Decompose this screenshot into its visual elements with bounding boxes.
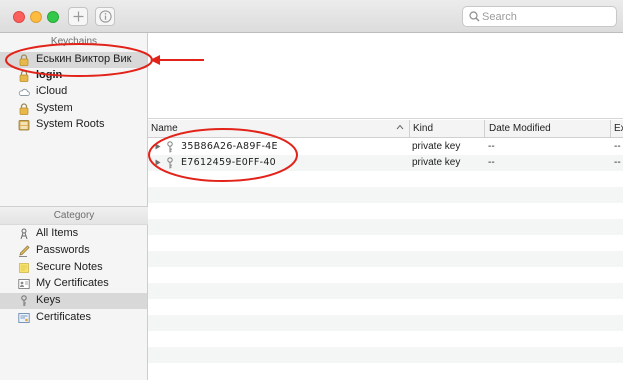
sidebar-category-passwords[interactable]: Passwords	[0, 243, 147, 259]
table-row[interactable]: E7612459-E0FF-40 private key -- --	[148, 155, 623, 171]
cloud-icon	[18, 88, 30, 96]
sidebar-item-label: Еськин Виктор Вик	[36, 53, 132, 65]
lock-icon	[19, 54, 29, 66]
main-content: Name Kind Date Modified Ex 35B86A26-A89F…	[148, 33, 623, 380]
sidebar-item-label: System	[36, 102, 73, 114]
sidebar-item-label: Keys	[36, 294, 61, 306]
column-separator[interactable]	[610, 120, 611, 138]
cell-kind: private key	[412, 157, 461, 168]
sidebar-category-all-items[interactable]: All Items	[0, 226, 147, 242]
window-toolbar	[0, 0, 623, 33]
disclosure-triangle-icon[interactable]	[155, 143, 161, 150]
table-row-empty	[148, 347, 623, 363]
keychains-header: Keychains	[50, 36, 98, 47]
sidebar-keychain-system-roots[interactable]: System Roots	[0, 117, 147, 133]
table-row-empty	[148, 251, 623, 267]
sidebar-item-label: System Roots	[36, 118, 105, 130]
cell-kind: private key	[412, 141, 461, 152]
column-header-name[interactable]: Name	[151, 123, 178, 134]
sidebar-item-label: iCloud	[36, 85, 68, 97]
sidebar-item-label: Secure Notes	[36, 261, 103, 273]
certificate-icon	[18, 313, 30, 323]
cell-expires: --	[614, 157, 621, 168]
sidebar-keychain-system[interactable]: System	[0, 101, 147, 117]
search-input[interactable]	[482, 9, 612, 24]
column-separator[interactable]	[484, 120, 485, 138]
table-row[interactable]: 35B86A26-A89F-4E private key -- --	[148, 139, 623, 155]
lock-icon	[19, 103, 29, 115]
sidebar-keychain-login[interactable]: login	[0, 68, 147, 84]
get-info-button[interactable]	[95, 7, 115, 26]
sidebar-category-certificates[interactable]: Certificates	[0, 310, 147, 326]
sidebar-keychain-custom[interactable]: Еськин Виктор Вик	[0, 52, 147, 68]
table-row-empty	[148, 219, 623, 235]
sidebar-category-keys[interactable]: Keys	[0, 293, 147, 309]
sort-ascending-icon	[396, 124, 404, 130]
item-info-area	[148, 33, 623, 119]
disclosure-triangle-icon[interactable]	[155, 159, 161, 166]
cell-name: 35B86A26-A89F-4E	[181, 141, 278, 152]
key-icon	[21, 295, 27, 306]
cell-expires: --	[614, 141, 621, 152]
zoom-window-button[interactable]	[47, 11, 59, 23]
column-header-expires[interactable]: Ex	[614, 123, 623, 134]
table-row-empty	[148, 203, 623, 219]
table-header: Name Kind Date Modified Ex	[148, 120, 623, 138]
cabinet-icon	[18, 120, 30, 131]
sidebar-category-secure-notes[interactable]: Secure Notes	[0, 260, 147, 276]
sidebar-item-label: Certificates	[36, 311, 92, 323]
sidebar-item-label: My Certificates	[36, 277, 109, 289]
close-window-button[interactable]	[13, 11, 25, 23]
search-icon	[469, 11, 480, 22]
sidebar-item-label: All Items	[36, 227, 79, 239]
info-icon	[98, 10, 112, 23]
sidebar-category-my-certificates[interactable]: My Certificates	[0, 276, 147, 292]
minimize-window-button[interactable]	[30, 11, 42, 23]
note-icon	[19, 263, 29, 273]
search-field[interactable]	[462, 6, 617, 27]
sidebar-item-label: login	[36, 69, 63, 81]
cell-date-modified: --	[488, 141, 495, 152]
table-row-empty	[148, 299, 623, 315]
column-header-date-modified[interactable]: Date Modified	[489, 123, 551, 134]
table-row-empty	[148, 331, 623, 347]
table-row-empty	[148, 363, 623, 379]
cell-date-modified: --	[488, 157, 495, 168]
add-item-button[interactable]	[68, 7, 88, 26]
add-icon	[73, 11, 83, 22]
sidebar-keychain-icloud[interactable]: iCloud	[0, 84, 147, 100]
key-icon	[167, 141, 173, 153]
table-row-empty	[148, 187, 623, 203]
table-row-empty	[148, 235, 623, 251]
column-separator[interactable]	[409, 120, 410, 138]
sidebar-item-label: Passwords	[36, 244, 90, 256]
table-row-empty	[148, 171, 623, 187]
lock-icon	[19, 70, 29, 82]
table-row-empty	[148, 315, 623, 331]
pencil-icon	[19, 245, 30, 257]
column-header-kind[interactable]: Kind	[413, 123, 433, 134]
category-header: Category	[53, 210, 95, 221]
cell-name: E7612459-E0FF-40	[181, 157, 277, 168]
table-row-empty	[148, 283, 623, 299]
my-certificate-icon	[18, 279, 30, 289]
all-items-icon	[20, 228, 28, 240]
sidebar: Keychains Еськин Виктор Вик login iCloud…	[0, 33, 148, 380]
table-row-empty	[148, 267, 623, 283]
key-icon	[167, 157, 173, 169]
